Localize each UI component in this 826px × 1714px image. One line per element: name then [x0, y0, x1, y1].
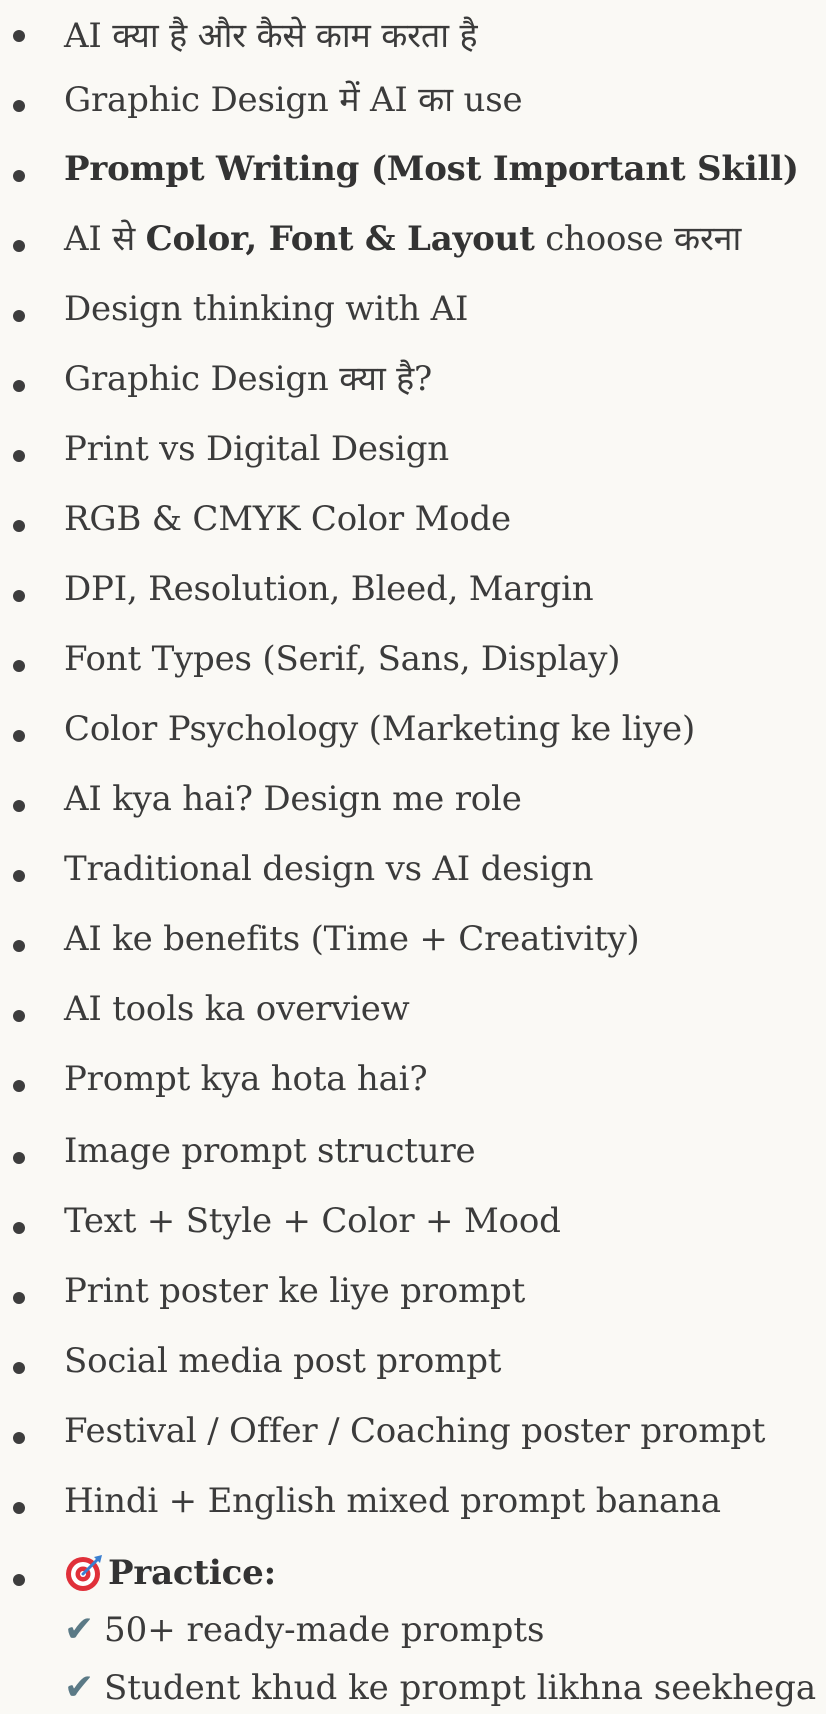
list-item-text: AI क्या है और कैसे काम करता है — [64, 16, 478, 56]
list-item: AI क्या है और कैसे काम करता है — [0, 6, 826, 66]
bold-text: Prompt Writing (Most Important Skill) — [64, 149, 799, 189]
practice-check-text: Student khud ke prompt likhna seekhega — [104, 1668, 817, 1708]
bullet — [13, 1574, 25, 1586]
list-item: AI kya hai? Design me role — [0, 776, 826, 836]
list-item: Color Psychology (Marketing ke liye) — [0, 706, 826, 766]
list-item: Hindi + English mixed prompt banana — [0, 1478, 826, 1538]
text-suffix: choose करना — [534, 219, 742, 259]
list-item-text: AI से Color, Font & Layout choose करना — [64, 219, 741, 259]
bullet — [13, 1292, 25, 1304]
bullet — [13, 940, 25, 952]
bullet — [13, 100, 25, 112]
list-item: AI से Color, Font & Layout choose करना — [0, 216, 826, 276]
bullet — [13, 800, 25, 812]
list-item: Print vs Digital Design — [0, 426, 826, 486]
bullet — [13, 1222, 25, 1234]
practice-heading: Practice: — [64, 1553, 276, 1593]
bullet — [13, 450, 25, 462]
list-item: Festival / Offer / Coaching poster promp… — [0, 1408, 826, 1468]
list-item: Graphic Design क्या है? — [0, 356, 826, 416]
bullet — [13, 520, 25, 532]
list-item-text: AI ke benefits (Time + Creativity) — [64, 919, 640, 959]
check-icon: ✔ — [64, 1609, 95, 1650]
bullet — [13, 590, 25, 602]
list-item-text: Festival / Offer / Coaching poster promp… — [64, 1411, 766, 1451]
practice-check-line: ✔ Student khud ke prompt likhna seekhega — [64, 1667, 817, 1709]
list-item: Image prompt structure — [0, 1128, 826, 1188]
check-icon: ✔ — [64, 1667, 95, 1708]
bold-text: Color, Font & Layout — [145, 219, 535, 259]
bullet — [13, 730, 25, 742]
bullet — [13, 1502, 25, 1514]
list-item: AI tools ka overview — [0, 986, 826, 1046]
list-item-text: Design thinking with AI — [64, 289, 469, 329]
bullet — [13, 310, 25, 322]
list-item: AI ke benefits (Time + Creativity) — [0, 916, 826, 976]
list-item-text: Hindi + English mixed prompt banana — [64, 1481, 721, 1521]
list-item-text: DPI, Resolution, Bleed, Margin — [64, 569, 594, 609]
bullet — [13, 170, 25, 182]
bullet — [13, 1432, 25, 1444]
list-item: RGB & CMYK Color Mode — [0, 496, 826, 556]
list-item-text: AI tools ka overview — [64, 989, 410, 1029]
bullet — [13, 660, 25, 672]
practice-check-line: ✔ 50+ ready-made prompts — [64, 1609, 545, 1651]
list-item-text: Prompt Writing (Most Important Skill) — [64, 149, 799, 189]
list-item-text: Color Psychology (Marketing ke liye) — [64, 709, 696, 749]
list-item: Social media post prompt — [0, 1338, 826, 1398]
list-item: Prompt Writing (Most Important Skill) — [0, 146, 826, 206]
text-prefix: AI से — [64, 219, 146, 259]
practice-check-text: 50+ ready-made prompts — [104, 1610, 545, 1650]
list-item-text: Font Types (Serif, Sans, Display) — [64, 639, 621, 679]
list-item: Graphic Design में AI का use — [0, 76, 826, 136]
list-item: Prompt kya hota hai? — [0, 1056, 826, 1116]
bullet — [13, 870, 25, 882]
list-item-text: RGB & CMYK Color Mode — [64, 499, 511, 539]
list-item-text: Print poster ke liye prompt — [64, 1271, 526, 1311]
list-item: Font Types (Serif, Sans, Display) — [0, 636, 826, 696]
practice-item: Practice: ✔ 50+ ready-made prompts ✔ Stude… — [0, 1550, 826, 1714]
list-item: Text + Style + Color + Mood — [0, 1198, 826, 1258]
list-item-text: Prompt kya hota hai? — [64, 1059, 428, 1099]
bullet — [13, 30, 25, 42]
list-item-text: Graphic Design क्या है? — [64, 359, 433, 399]
list-item-text: Image prompt structure — [64, 1131, 476, 1171]
bullet — [13, 1362, 25, 1374]
target-icon — [64, 1553, 108, 1593]
practice-label: Practice: — [108, 1553, 276, 1593]
bullet — [13, 380, 25, 392]
list-item-text: Graphic Design में AI का use — [64, 80, 523, 120]
list-item-text: AI kya hai? Design me role — [64, 779, 522, 819]
bullet — [13, 1080, 25, 1092]
list-item-text: Print vs Digital Design — [64, 429, 449, 469]
bullet — [13, 1152, 25, 1164]
list-item-text: Traditional design vs AI design — [64, 849, 594, 889]
list-item: Design thinking with AI — [0, 286, 826, 346]
list-item: Traditional design vs AI design — [0, 846, 826, 906]
list-item: Print poster ke liye prompt — [0, 1268, 826, 1328]
list-item-text: Text + Style + Color + Mood — [64, 1201, 561, 1241]
bullet — [13, 1010, 25, 1022]
bullet — [13, 240, 25, 252]
list-item-text: Social media post prompt — [64, 1341, 502, 1381]
list-item: DPI, Resolution, Bleed, Margin — [0, 566, 826, 626]
